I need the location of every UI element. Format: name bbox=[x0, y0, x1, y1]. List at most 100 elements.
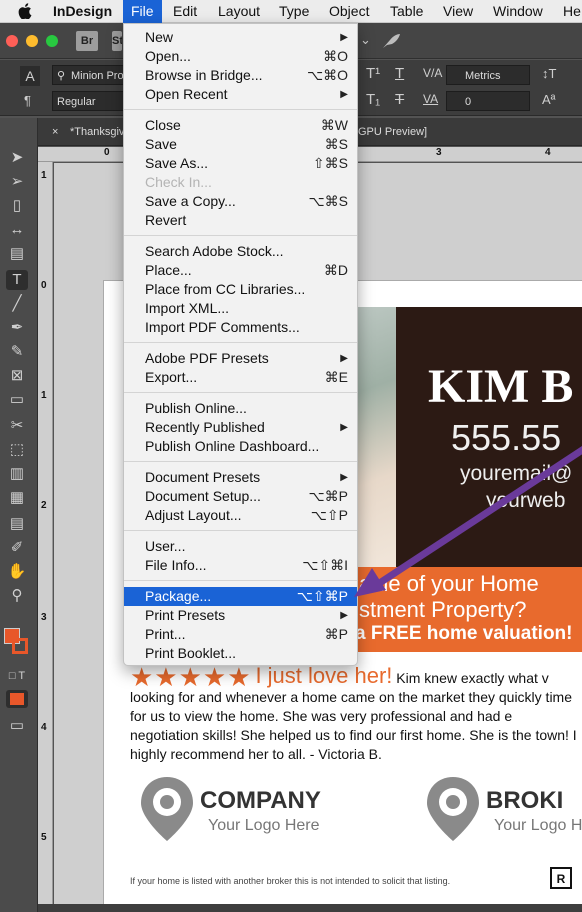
document-tab[interactable]: *Thanksgiv bbox=[70, 118, 124, 146]
menu-item-document-presets[interactable]: Document Presets ▶ bbox=[124, 468, 357, 487]
mac-menu-bar: InDesign File Edit Layout Type Object Ta… bbox=[0, 0, 582, 23]
feather-icon[interactable] bbox=[380, 31, 402, 51]
type-tool-icon[interactable]: T bbox=[6, 270, 28, 290]
menu-item-export[interactable]: Export... ⌘E bbox=[124, 368, 357, 387]
stock-button[interactable]: St bbox=[112, 31, 122, 51]
agent-email[interactable]: youremail@ bbox=[460, 462, 572, 486]
close-tab-icon[interactable]: × bbox=[52, 118, 58, 146]
menu-item-label: Print... bbox=[145, 626, 186, 642]
menu-table[interactable]: Table bbox=[382, 0, 431, 23]
free-transform-tool-icon[interactable]: ⬚ bbox=[6, 440, 28, 460]
menu-view[interactable]: View bbox=[435, 0, 481, 23]
strikethrough-icon[interactable]: T bbox=[395, 91, 404, 108]
cta-line-2[interactable]: stment Property? bbox=[359, 597, 527, 623]
minimize-window-button[interactable] bbox=[26, 35, 38, 47]
subscript-icon[interactable]: T₁ bbox=[366, 91, 380, 108]
menu-item-user[interactable]: User... bbox=[124, 537, 357, 556]
rectangle-tool-icon[interactable]: ▭ bbox=[6, 390, 28, 410]
menu-item-import-pdf-comments[interactable]: Import PDF Comments... bbox=[124, 318, 357, 337]
gradient-tool-icon[interactable]: ▥ bbox=[6, 464, 28, 484]
hand-tool-icon[interactable]: ✋ bbox=[6, 562, 28, 582]
menu-item-publish-online-dashboard[interactable]: Publish Online Dashboard... bbox=[124, 437, 357, 456]
direct-selection-tool-icon[interactable]: ➢ bbox=[6, 172, 28, 192]
menu-item-file-info[interactable]: File Info... ⌥⇧⌘I bbox=[124, 556, 357, 575]
menu-file[interactable]: File bbox=[123, 0, 162, 23]
menu-item-print-booklet[interactable]: Print Booklet... bbox=[124, 644, 357, 663]
agent-name[interactable]: KIM B bbox=[428, 359, 573, 414]
menu-object[interactable]: Object bbox=[321, 0, 377, 23]
agent-contact-panel[interactable]: KIM B 555.55 youremail@ yourweb bbox=[396, 307, 582, 567]
disclaimer-text[interactable]: If your home is listed with another brok… bbox=[130, 876, 450, 886]
menu-item-print[interactable]: Print... ⌘P bbox=[124, 625, 357, 644]
page-tool-icon[interactable]: ▯ bbox=[6, 196, 28, 216]
testimonial-text-frame[interactable]: ★★★★★ I just love her! Kim knew exactly … bbox=[130, 664, 582, 764]
menu-item-new[interactable]: New ▶ bbox=[124, 28, 357, 47]
menu-edit[interactable]: Edit bbox=[165, 0, 205, 23]
agent-phone[interactable]: 555.55 bbox=[451, 417, 561, 459]
rectangle-frame-tool-icon[interactable]: ⊠ bbox=[6, 366, 28, 386]
menu-item-open[interactable]: Open... ⌘O bbox=[124, 47, 357, 66]
font-style-field[interactable]: Regular bbox=[52, 91, 124, 111]
menu-item-publish-online[interactable]: Publish Online... bbox=[124, 399, 357, 418]
stroke-swatch[interactable] bbox=[12, 638, 28, 654]
menu-item-recently-published[interactable]: Recently Published ▶ bbox=[124, 418, 357, 437]
eyedropper-tool-icon[interactable]: ✐ bbox=[6, 538, 28, 558]
scissors-tool-icon[interactable]: ✂ bbox=[6, 416, 28, 436]
menu-layout[interactable]: Layout bbox=[210, 0, 268, 23]
superscript-icon[interactable]: T¹ bbox=[366, 65, 380, 82]
rating-stars: ★★★★★ bbox=[130, 662, 252, 692]
font-family-field[interactable]: ⚲ Minion Pro bbox=[52, 65, 124, 85]
kerning-field[interactable]: Metrics bbox=[446, 65, 530, 85]
menu-help[interactable]: He bbox=[555, 0, 582, 23]
app-menu[interactable]: InDesign bbox=[45, 0, 120, 23]
menu-item-place[interactable]: Place... ⌘D bbox=[124, 261, 357, 280]
pen-tool-icon[interactable]: ✒ bbox=[6, 318, 28, 338]
menu-type[interactable]: Type bbox=[271, 0, 317, 23]
menu-item-adjust-layout[interactable]: Adjust Layout... ⌥⇧P bbox=[124, 506, 357, 525]
character-mode-icon[interactable]: A bbox=[20, 66, 40, 86]
bridge-button[interactable]: Br bbox=[76, 31, 98, 51]
menu-item-print-presets[interactable]: Print Presets ▶ bbox=[124, 606, 357, 625]
menu-item-label: File Info... bbox=[145, 557, 207, 573]
menu-item-revert[interactable]: Revert bbox=[124, 211, 357, 230]
menu-item-label: Browse in Bridge... bbox=[145, 67, 263, 83]
apple-icon[interactable] bbox=[18, 3, 32, 19]
menu-item-browse-in-bridge[interactable]: Browse in Bridge... ⌥⌘O bbox=[124, 66, 357, 85]
menu-item-save-as[interactable]: Save As... ⇧⌘S bbox=[124, 154, 357, 173]
menu-item-open-recent[interactable]: Open Recent ▶ bbox=[124, 85, 357, 104]
menu-item-document-setup[interactable]: Document Setup... ⌥⌘P bbox=[124, 487, 357, 506]
content-collector-icon[interactable]: ▤ bbox=[6, 244, 28, 264]
gap-tool-icon[interactable]: ↔ bbox=[6, 220, 28, 240]
menu-item-close[interactable]: Close ⌘W bbox=[124, 116, 357, 135]
screen-mode-icon[interactable]: ▭ bbox=[6, 716, 28, 736]
line-tool-icon[interactable]: ╱ bbox=[6, 294, 28, 314]
underline-icon[interactable]: T bbox=[395, 65, 404, 82]
pencil-tool-icon[interactable]: ✎ bbox=[6, 342, 28, 362]
paragraph-mode-icon[interactable]: ¶ bbox=[24, 93, 31, 108]
menu-item-adobe-pdf-presets[interactable]: Adobe PDF Presets ▶ bbox=[124, 349, 357, 368]
gradient-feather-tool-icon[interactable]: ▦ bbox=[6, 488, 28, 508]
cta-line-3[interactable]: a FREE home valuation! bbox=[355, 623, 572, 645]
menu-item-place-from-cc-libraries[interactable]: Place from CC Libraries... bbox=[124, 280, 357, 299]
note-tool-icon[interactable]: ▤ bbox=[6, 514, 28, 534]
tools-panel: ➤ ➢ ▯ ↔ ▤ T ╱ ✒ ✎ ⊠ ▭ ✂ ⬚ ▥ ▦ ▤ ✐ ✋ ⚲ □ … bbox=[0, 118, 38, 912]
close-window-button[interactable] bbox=[6, 35, 18, 47]
zoom-tool-icon[interactable]: ⚲ bbox=[6, 586, 28, 606]
menu-item-save[interactable]: Save ⌘S bbox=[124, 135, 357, 154]
formatting-affects-container-icon[interactable]: □ T bbox=[6, 666, 28, 686]
normal-view-mode-button[interactable] bbox=[6, 690, 28, 708]
menu-item-label: Publish Online... bbox=[145, 400, 247, 416]
menu-item-label: Close bbox=[145, 117, 181, 133]
menu-item-save-a-copy[interactable]: Save a Copy... ⌥⌘S bbox=[124, 192, 357, 211]
zoom-window-button[interactable] bbox=[46, 35, 58, 47]
menu-window[interactable]: Window bbox=[485, 0, 551, 23]
menu-item-search-adobe-stock[interactable]: Search Adobe Stock... bbox=[124, 242, 357, 261]
cta-line-1[interactable]: alue of your Home bbox=[359, 571, 539, 597]
agent-website[interactable]: yourweb bbox=[486, 489, 565, 513]
selection-tool-icon[interactable]: ➤ bbox=[6, 148, 28, 168]
menu-item-label: Adobe PDF Presets bbox=[145, 350, 269, 366]
chevron-down-icon[interactable]: ⌄ bbox=[360, 32, 371, 48]
tracking-field[interactable]: 0 bbox=[446, 91, 530, 111]
menu-item-package[interactable]: Package... ⌥⇧⌘P bbox=[124, 587, 357, 606]
menu-item-import-xml[interactable]: Import XML... bbox=[124, 299, 357, 318]
